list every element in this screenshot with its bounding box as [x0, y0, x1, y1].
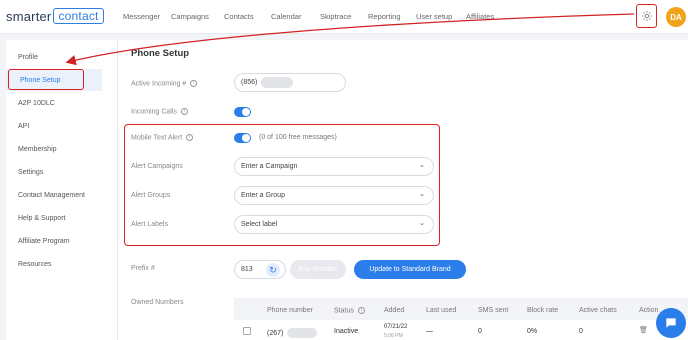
row-added: 07/21/22	[384, 324, 408, 330]
redacted-number	[287, 328, 318, 338]
trash-icon[interactable]: 🗑	[639, 326, 648, 334]
col-active-chats: Active chats	[579, 307, 617, 314]
row-block-rate: 0%	[527, 328, 538, 335]
sidebar-item-a2p-10dlc[interactable]: A2P 10DLC	[18, 100, 55, 107]
sidebar-item-profile[interactable]: Profile	[18, 54, 38, 61]
col-block-rate: Block rate	[527, 307, 559, 314]
row-active-chats: 0	[579, 328, 583, 335]
nav-affiliates[interactable]: Affiliates	[466, 12, 494, 21]
sidebar-item-membership[interactable]: Membership	[18, 146, 57, 153]
active-incoming-select[interactable]: (856)	[234, 73, 346, 92]
incoming-calls-toggle[interactable]	[234, 107, 251, 117]
brand-name-plain: smarter	[6, 8, 52, 24]
col-status-text: Status	[334, 307, 354, 315]
chat-icon	[666, 318, 676, 328]
info-icon[interactable]: i	[357, 307, 365, 314]
nav-user-setup[interactable]: User setup	[416, 12, 452, 21]
info-icon[interactable]: i	[180, 108, 188, 115]
brand-name-boxed: contact	[53, 8, 104, 24]
buy-number-button[interactable]: Buy Number	[290, 260, 346, 279]
redacted-number	[261, 77, 294, 88]
sidebar-item-api[interactable]: API	[18, 123, 29, 130]
col-action: Action	[639, 307, 659, 314]
nav-reporting[interactable]: Reporting	[368, 12, 401, 21]
sidebar-item-help-support[interactable]: Help & Support	[18, 215, 65, 222]
col-sms-sent: SMS sent	[478, 307, 509, 314]
avatar[interactable]: DA	[666, 7, 686, 27]
annotation-highlight-box	[124, 124, 440, 246]
info-icon[interactable]: i	[190, 80, 198, 87]
row-status: Inactive	[334, 328, 359, 335]
nav-calendar[interactable]: Calendar	[271, 12, 301, 21]
sidebar-item-resources[interactable]: Resources	[18, 261, 51, 268]
gear-icon	[641, 11, 652, 21]
top-navbar: smarter contact Messenger Campaigns Cont…	[0, 0, 688, 34]
page-title: Phone Setup	[131, 48, 190, 59]
incoming-calls-label: Incoming Calls i	[131, 108, 188, 115]
settings-sidebar: Profile Phone Setup A2P 10DLC API Member…	[6, 40, 118, 340]
sidebar-item-affiliate-program[interactable]: Affiliate Program	[18, 238, 70, 245]
update-brand-button[interactable]: Update to Standard Brand	[354, 260, 466, 279]
nav-messenger[interactable]: Messenger	[123, 12, 160, 21]
nav-contacts[interactable]: Contacts	[224, 12, 254, 21]
row-phone-text: (267)	[267, 329, 284, 337]
prefix-label: Prefix #	[131, 265, 155, 272]
col-status: Status i	[334, 307, 365, 314]
col-added: Added	[384, 307, 405, 314]
chat-launcher-button[interactable]	[656, 308, 686, 338]
sidebar-item-settings[interactable]: Settings	[18, 169, 43, 176]
active-incoming-label-text: Active Incoming #	[131, 80, 187, 88]
settings-button[interactable]	[636, 4, 657, 28]
row-checkbox[interactable]	[243, 327, 251, 335]
sidebar-item-phone-setup[interactable]: Phone Setup	[20, 77, 60, 84]
active-incoming-value: (856)	[241, 79, 258, 86]
prefix-value: 813	[241, 266, 253, 273]
nav-campaigns[interactable]: Campaigns	[171, 12, 209, 21]
row-last-used: —	[426, 328, 433, 335]
row-added-time: 5:06 PM	[384, 333, 403, 339]
owned-numbers-label: Owned Numbers	[131, 299, 184, 306]
col-phone-number: Phone number	[267, 307, 313, 314]
sidebar-item-contact-management[interactable]: Contact Management	[18, 192, 85, 199]
brand-logo[interactable]: smarter contact	[6, 8, 104, 24]
row-sms-sent: 0	[478, 328, 482, 335]
active-incoming-label: Active Incoming # i	[131, 80, 198, 88]
incoming-calls-label-text: Incoming Calls	[131, 108, 177, 116]
refresh-icon[interactable]: ↻	[266, 263, 280, 277]
nav-skiptrace[interactable]: Skiptrace	[320, 12, 351, 21]
row-phone: (267)	[267, 328, 318, 338]
col-last-used: Last used	[426, 307, 457, 314]
